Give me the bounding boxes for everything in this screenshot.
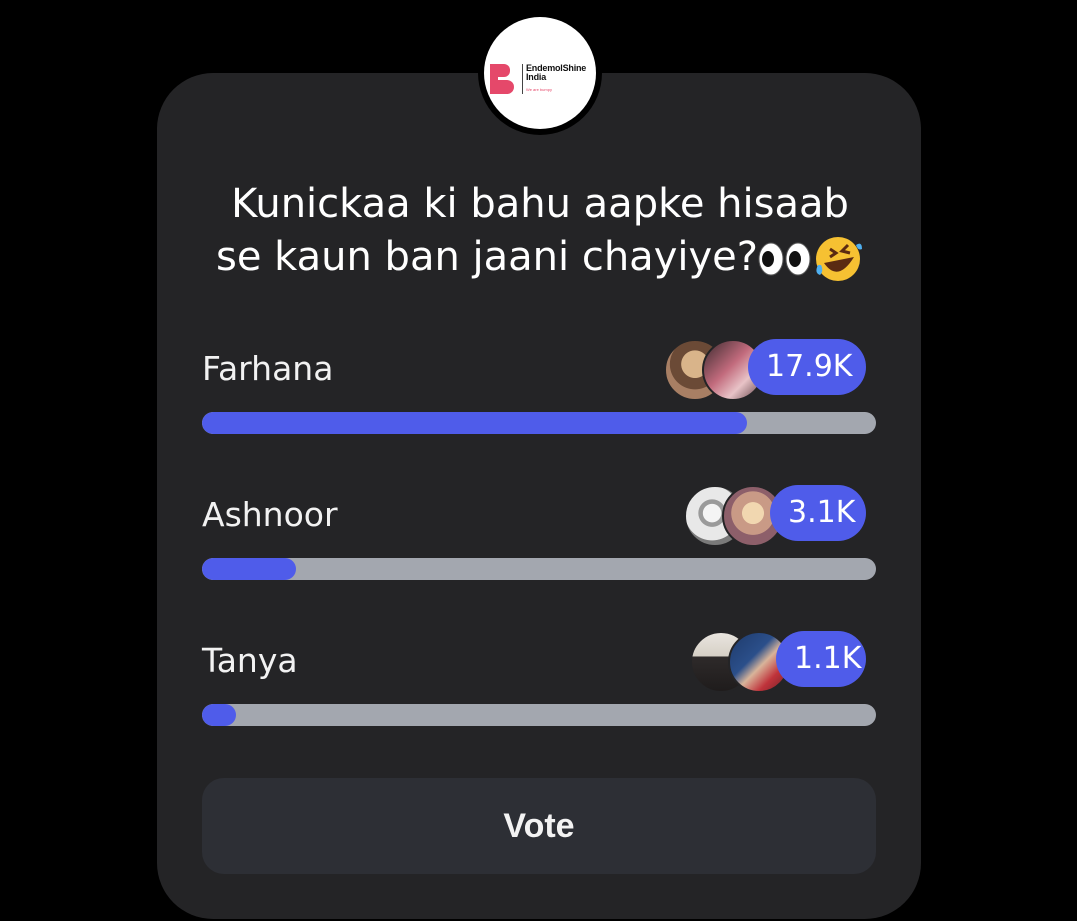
poll-option-tanya[interactable]: Tanya 1.1K — [202, 627, 876, 737]
poll-question-line-2: se kaun ban jaani chayiye? — [216, 234, 758, 280]
option-label: Ashnoor — [202, 495, 338, 534]
result-bar-track — [202, 704, 876, 726]
poll-question-line-2-wrap: se kaun ban jaani chayiye? — [180, 231, 900, 284]
option-label: Farhana — [202, 349, 334, 388]
result-bar-fill — [202, 412, 747, 434]
vote-count-badge: 3.1K — [770, 485, 866, 541]
poll-option-farhana[interactable]: Farhana 17.9K — [202, 335, 876, 445]
endemolshine-logo: EndemolShine India We are bumpy — [484, 17, 596, 129]
result-bar-fill — [202, 704, 236, 726]
poll-question-line-1: Kunickaa ki bahu aapke hisaab — [231, 181, 849, 227]
rofl-emoji-icon — [816, 237, 862, 281]
vote-count-badge: 1.1K — [776, 631, 866, 687]
logo-tagline: We are bumpy — [526, 87, 552, 92]
logo-line-2: India — [526, 72, 547, 82]
poll-question: Kunickaa ki bahu aapke hisaab se kaun ba… — [180, 178, 900, 284]
result-bar-track — [202, 558, 876, 580]
logo-wordmark: EndemolShine India — [526, 64, 586, 82]
vote-count-badge: 17.9K — [748, 339, 866, 395]
logo-mark-icon — [490, 64, 514, 94]
result-bar-fill — [202, 558, 296, 580]
vote-button[interactable]: Vote — [202, 778, 876, 874]
eyes-emoji-icon — [758, 242, 811, 276]
voter-avatars — [684, 485, 784, 547]
voter-avatars — [690, 631, 790, 693]
channel-avatar[interactable]: EndemolShine India We are bumpy — [478, 11, 602, 135]
poll-option-ashnoor[interactable]: Ashnoor 3.1K — [202, 481, 876, 591]
option-label: Tanya — [202, 641, 298, 680]
logo-divider — [522, 64, 523, 94]
result-bar-track — [202, 412, 876, 434]
